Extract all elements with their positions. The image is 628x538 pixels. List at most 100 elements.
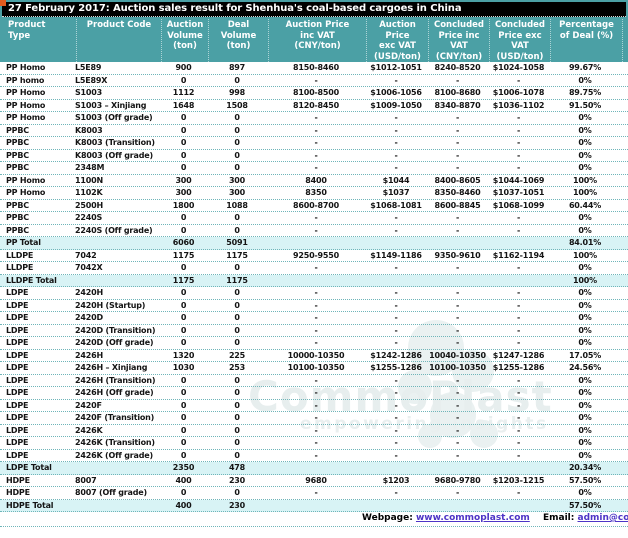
cell-auction-price-exc-vat: $1012-1051 bbox=[370, 63, 422, 72]
cell-auction-price-exc-vat: $1242-1286 bbox=[370, 350, 422, 360]
cell-auction-price-inc-vat: - bbox=[314, 450, 318, 460]
cell-concluded-price-inc-vat: - bbox=[455, 375, 460, 385]
cell-product-code: 2420H (Startup) bbox=[75, 300, 146, 310]
column-header-auction-price-exc-vat: Auction Price exc VAT (USD/ton) bbox=[367, 19, 429, 62]
cell-concluded-price-exc-vat: $1037-1051 bbox=[492, 188, 545, 197]
cell-auction-price-exc-vat bbox=[365, 462, 427, 474]
email-label: Email: bbox=[543, 513, 575, 523]
cell-product-code: S1003 bbox=[75, 88, 103, 97]
cell-auction-volume: 1175 bbox=[172, 250, 195, 260]
cell-product-code: 2426K (Off grade) bbox=[75, 450, 153, 460]
cell-auction-price-exc-vat: - bbox=[394, 313, 398, 322]
cell-product-type: PPBC bbox=[6, 213, 29, 222]
cell-product-code: 2426H (Transition) bbox=[75, 375, 156, 385]
cell-concluded-price-exc-vat: - bbox=[516, 313, 521, 322]
table-row: LDPE 2426K 0 0 - - - - 0% bbox=[0, 425, 628, 437]
cell-auction-price-inc-vat: - bbox=[314, 75, 318, 85]
cell-deal-percentage: 100% bbox=[573, 275, 597, 285]
cell-product-code bbox=[75, 275, 160, 287]
cell-deal-volume: 478 bbox=[228, 463, 246, 472]
cell-concluded-price-inc-vat bbox=[427, 500, 488, 512]
cell-deal-percentage: 24.56% bbox=[568, 363, 602, 372]
cell-auction-volume: 300 bbox=[175, 188, 192, 197]
cell-deal-percentage: 100% bbox=[573, 188, 597, 197]
cell-auction-price-exc-vat: - bbox=[394, 488, 398, 497]
cell-auction-price-inc-vat: - bbox=[314, 163, 318, 172]
cell-auction-price-exc-vat: $1149-1186 bbox=[370, 250, 422, 260]
cell-auction-volume: 2350 bbox=[172, 463, 195, 472]
cell-product-code: 2426K bbox=[75, 425, 103, 435]
cell-auction-volume: 0 bbox=[180, 325, 187, 335]
cell-concluded-price-inc-vat: 9350-9610 bbox=[434, 250, 481, 260]
cell-auction-volume: 0 bbox=[180, 438, 187, 447]
cell-concluded-price-exc-vat: - bbox=[516, 288, 521, 297]
table-row: PPBC 2348M 0 0 - - - - 0% bbox=[0, 162, 628, 175]
cell-product-type: PP Homo bbox=[6, 100, 46, 110]
cell-product-code: S1003 – Xinjiang bbox=[75, 100, 147, 110]
cell-product-code bbox=[75, 462, 160, 474]
cell-auction-price-exc-vat: $1037 bbox=[382, 188, 410, 197]
cell-product-type: LDPE bbox=[6, 388, 29, 397]
table-row: PP Homo S1003 (Off grade) 0 0 - - - - 0% bbox=[0, 112, 628, 125]
cell-auction-price-inc-vat: 9250-9550 bbox=[292, 250, 340, 260]
table-row: PP Homo L5E89 900 897 8150-8460 $1012-10… bbox=[0, 62, 628, 75]
cell-product-code: 2426H (Off grade) bbox=[75, 388, 154, 397]
cell-auction-volume: 0 bbox=[180, 388, 187, 397]
cell-concluded-price-inc-vat: 8340-8870 bbox=[434, 100, 481, 110]
cell-deal-percentage: 99.67% bbox=[568, 63, 602, 72]
table-row: LDPE 2426H (Off grade) 0 0 - - - - 0% bbox=[0, 387, 628, 400]
cell-auction-price-inc-vat: - bbox=[314, 388, 318, 397]
cell-auction-price-inc-vat: 8150-8460 bbox=[292, 63, 340, 72]
cell-auction-volume: 0 bbox=[180, 263, 187, 272]
cell-product-code: 2500H bbox=[75, 200, 103, 210]
cell-auction-volume: 0 bbox=[180, 113, 187, 122]
cell-deal-volume: 253 bbox=[228, 363, 246, 372]
cell-concluded-price-inc-vat: - bbox=[455, 263, 460, 272]
cell-auction-price-exc-vat: - bbox=[394, 388, 398, 397]
cell-auction-price-exc-vat: - bbox=[394, 300, 398, 310]
cell-product-type: LDPE bbox=[6, 325, 29, 335]
cell-concluded-price-exc-vat: - bbox=[516, 75, 521, 85]
cell-auction-volume: 0 bbox=[180, 425, 187, 435]
cell-product-code: 2426H bbox=[75, 350, 103, 360]
cell-product-code: 7042 bbox=[75, 250, 97, 260]
table-row: LDPE 2420D (Transition) 0 0 - - - - 0% bbox=[0, 325, 628, 337]
cell-auction-volume: 0 bbox=[180, 413, 187, 422]
table-row: LDPE 2426K (Transition) 0 0 - - - - 0% bbox=[0, 437, 628, 450]
cell-auction-price-exc-vat: $1009-1050 bbox=[370, 100, 422, 110]
cell-product-type: LDPE Total bbox=[6, 463, 52, 472]
cell-product-type: HDPE bbox=[6, 488, 30, 497]
cell-deal-percentage: 0% bbox=[578, 313, 592, 322]
cell-auction-volume: 0 bbox=[180, 450, 187, 460]
cell-concluded-price-inc-vat: 8600-8845 bbox=[434, 200, 481, 210]
webpage-link[interactable]: www.commoplast.com bbox=[416, 513, 530, 523]
cell-auction-price-inc-vat: 8120-8450 bbox=[292, 100, 340, 110]
cell-deal-volume: 225 bbox=[228, 350, 246, 360]
cell-product-type: PPBC bbox=[6, 200, 29, 210]
cell-auction-volume: 0 bbox=[180, 300, 187, 310]
cell-concluded-price-inc-vat bbox=[427, 237, 488, 249]
cell-concluded-price-exc-vat: - bbox=[516, 125, 521, 135]
table-row: LDPE 2420F 0 0 - - - - 0% bbox=[0, 400, 628, 412]
cell-auction-price-inc-vat: 9680 bbox=[305, 475, 327, 485]
cell-deal-volume: 0 bbox=[234, 138, 240, 147]
cell-auction-volume: 1320 bbox=[172, 350, 195, 360]
cell-deal-volume: 0 bbox=[234, 263, 240, 272]
cell-product-type: LDPE bbox=[6, 400, 29, 410]
cell-deal-volume: 897 bbox=[228, 63, 246, 72]
table-row: LDPE 2420D (Off grade) 0 0 - - - - 0% bbox=[0, 337, 628, 350]
corner-marker bbox=[0, 0, 6, 6]
cell-deal-volume: 0 bbox=[234, 125, 240, 135]
cell-deal-volume: 1088 bbox=[226, 200, 248, 210]
table-row: LDPE 2426H 1320 225 10000-10350 $1242-12… bbox=[0, 350, 628, 362]
email-link[interactable]: admin@commoplast.com bbox=[578, 513, 628, 523]
cell-product-type: LDPE bbox=[6, 313, 29, 322]
cell-product-type: LDPE bbox=[6, 300, 29, 310]
cell-auction-price-exc-vat: - bbox=[394, 138, 398, 147]
cell-deal-percentage: 89.75% bbox=[568, 88, 602, 97]
column-header-product-code: Product Code bbox=[77, 19, 162, 62]
column-header-deal-volume: Deal Volume (ton) bbox=[209, 19, 269, 62]
cell-deal-percentage: 0% bbox=[578, 125, 592, 135]
cell-concluded-price-inc-vat: - bbox=[455, 300, 460, 310]
cell-concluded-price-inc-vat: - bbox=[455, 450, 460, 460]
